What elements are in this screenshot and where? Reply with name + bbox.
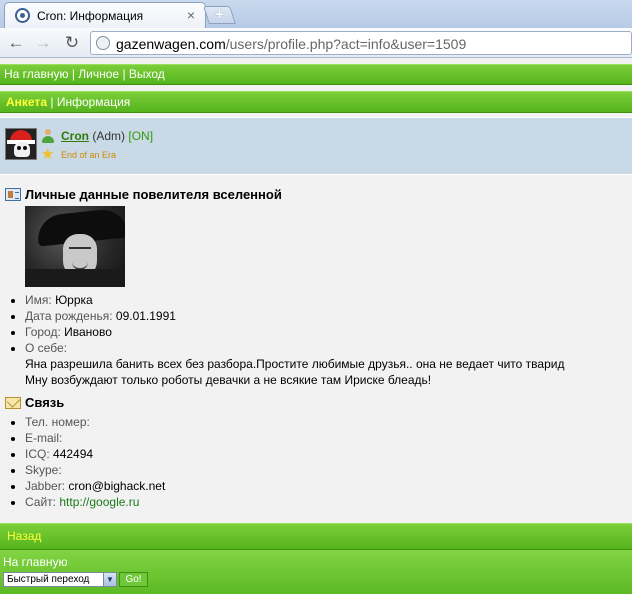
personal-heading-text: Личные данные повелителя вселенной — [25, 187, 282, 202]
list-item: Jabber: cron@bighack.net — [25, 478, 165, 494]
nav-logout-link[interactable]: Выход — [129, 67, 165, 81]
rank-star-icon: ★ — [41, 146, 55, 163]
field-label: Город: — [25, 325, 61, 339]
field-label: ICQ: — [25, 447, 50, 461]
tab-title: Cron: Информация — [37, 9, 144, 23]
url-text[interactable]: gazenwagen.com/users/profile.php?act=inf… — [116, 36, 466, 52]
tab-separator: | — [50, 95, 54, 109]
reload-icon[interactable]: ↻ — [61, 32, 83, 54]
browser-tabstrip: Cron: Информация × + — [0, 0, 632, 28]
quick-jump-value: Быстрый переход — [7, 574, 90, 585]
back-arrow-icon[interactable]: ← — [5, 32, 27, 54]
about-line: Яна разрешила банить всех без разбора.Пр… — [25, 357, 565, 371]
tab-profile-active: Анкета — [6, 95, 47, 109]
contact-info-list: Тел. номер: E-mail: ICQ: 442494 Skype: J… — [25, 414, 165, 510]
skull-icon — [14, 142, 30, 157]
list-item: Skype: — [25, 462, 165, 478]
profile-photo[interactable] — [25, 206, 125, 287]
username-link[interactable]: Cron — [61, 129, 89, 143]
field-label: О себе: — [25, 341, 67, 355]
go-button[interactable]: Go! — [119, 572, 148, 587]
personal-section-heading: Личные данные повелителя вселенной — [5, 187, 282, 202]
nav-separator: | — [71, 67, 75, 81]
page-globe-icon — [96, 36, 110, 50]
personal-info-list: Имя: Юррка Дата рожденья: 09.01.1991 Гор… — [25, 292, 176, 356]
field-label: Дата рожденья: — [25, 309, 113, 323]
site-favicon-icon — [15, 8, 30, 23]
id-card-icon — [5, 188, 21, 201]
about-text: Яна разрешила банить всех без разбора.Пр… — [25, 356, 625, 388]
list-item: E-mail: — [25, 430, 165, 446]
field-label: Сайт: — [25, 495, 57, 509]
field-label: Jabber: — [25, 479, 66, 493]
list-item: ICQ: 442494 — [25, 446, 165, 462]
contact-heading-text: Связь — [25, 395, 65, 410]
website-link[interactable]: http://google.ru — [59, 495, 139, 509]
list-item: Город: Иваново — [25, 324, 176, 340]
online-status: [ON] — [128, 129, 154, 143]
about-line: Мну возбуждают только роботы девачки а н… — [25, 373, 432, 387]
top-navigation: На главную | Личное | Выход — [0, 64, 632, 85]
jabber-value: cron@bighack.net — [68, 479, 166, 493]
url-host: gazenwagen.com — [116, 36, 226, 52]
back-bar: Назад — [0, 523, 632, 550]
user-title: End of an Era — [61, 150, 117, 160]
nav-separator: | — [122, 67, 126, 81]
list-item: Тел. номер: — [25, 414, 165, 430]
user-role: (Adm) — [92, 129, 126, 143]
back-link[interactable]: Назад — [7, 529, 41, 543]
plus-icon: + — [215, 6, 224, 23]
footer-home-link[interactable]: На главную — [3, 555, 67, 569]
santa-hat-icon — [7, 130, 35, 144]
quick-jump-select[interactable]: Быстрый переход ▼ — [3, 572, 117, 587]
icq-value: 442494 — [53, 447, 94, 461]
browser-toolbar: ← → ↻ gazenwagen.com/users/profile.php?a… — [0, 28, 632, 58]
forward-arrow-icon[interactable]: → — [32, 32, 54, 54]
field-label: E-mail: — [25, 431, 63, 445]
list-item: Дата рожденья: 09.01.1991 — [25, 308, 176, 324]
list-item: О себе: — [25, 340, 176, 356]
list-item: Имя: Юррка — [25, 292, 176, 308]
tab-info-link[interactable]: Информация — [57, 95, 130, 109]
nav-home-link[interactable]: На главную — [4, 67, 68, 81]
browser-tab[interactable]: Cron: Информация × — [4, 2, 206, 28]
field-value: Иваново — [64, 325, 112, 339]
field-label: Имя: — [25, 293, 52, 307]
url-path: /users/profile.php?act=info&user=1509 — [225, 36, 467, 52]
page-content: На главную | Личное | Выход Анкета | Инф… — [0, 59, 632, 594]
mail-icon — [5, 397, 21, 409]
page-footer: На главную Быстрый переход ▼ Go! — [0, 550, 632, 594]
profile-tabs: Анкета | Информация — [0, 91, 632, 113]
user-icon — [41, 129, 55, 143]
contact-section-heading: Связь — [5, 395, 64, 410]
nav-personal-link[interactable]: Личное — [78, 67, 119, 81]
avatar[interactable] — [5, 128, 37, 160]
user-name-line: Cron (Adm) [ON] — [61, 129, 153, 143]
new-tab-button[interactable]: + — [203, 6, 236, 24]
close-tab-icon[interactable]: × — [187, 6, 195, 24]
photo-shadow-shape — [25, 269, 125, 287]
field-value: Юррка — [55, 293, 93, 307]
field-label: Skype: — [25, 463, 62, 477]
list-item: Сайт: http://google.ru — [25, 494, 165, 510]
field-label: Тел. номер: — [25, 415, 90, 429]
chevron-down-icon[interactable]: ▼ — [103, 573, 116, 586]
address-bar[interactable]: gazenwagen.com/users/profile.php?act=inf… — [90, 31, 632, 55]
user-header: ★ Cron (Adm) [ON] End of an Era — [0, 117, 632, 175]
field-value: 09.01.1991 — [115, 309, 176, 323]
